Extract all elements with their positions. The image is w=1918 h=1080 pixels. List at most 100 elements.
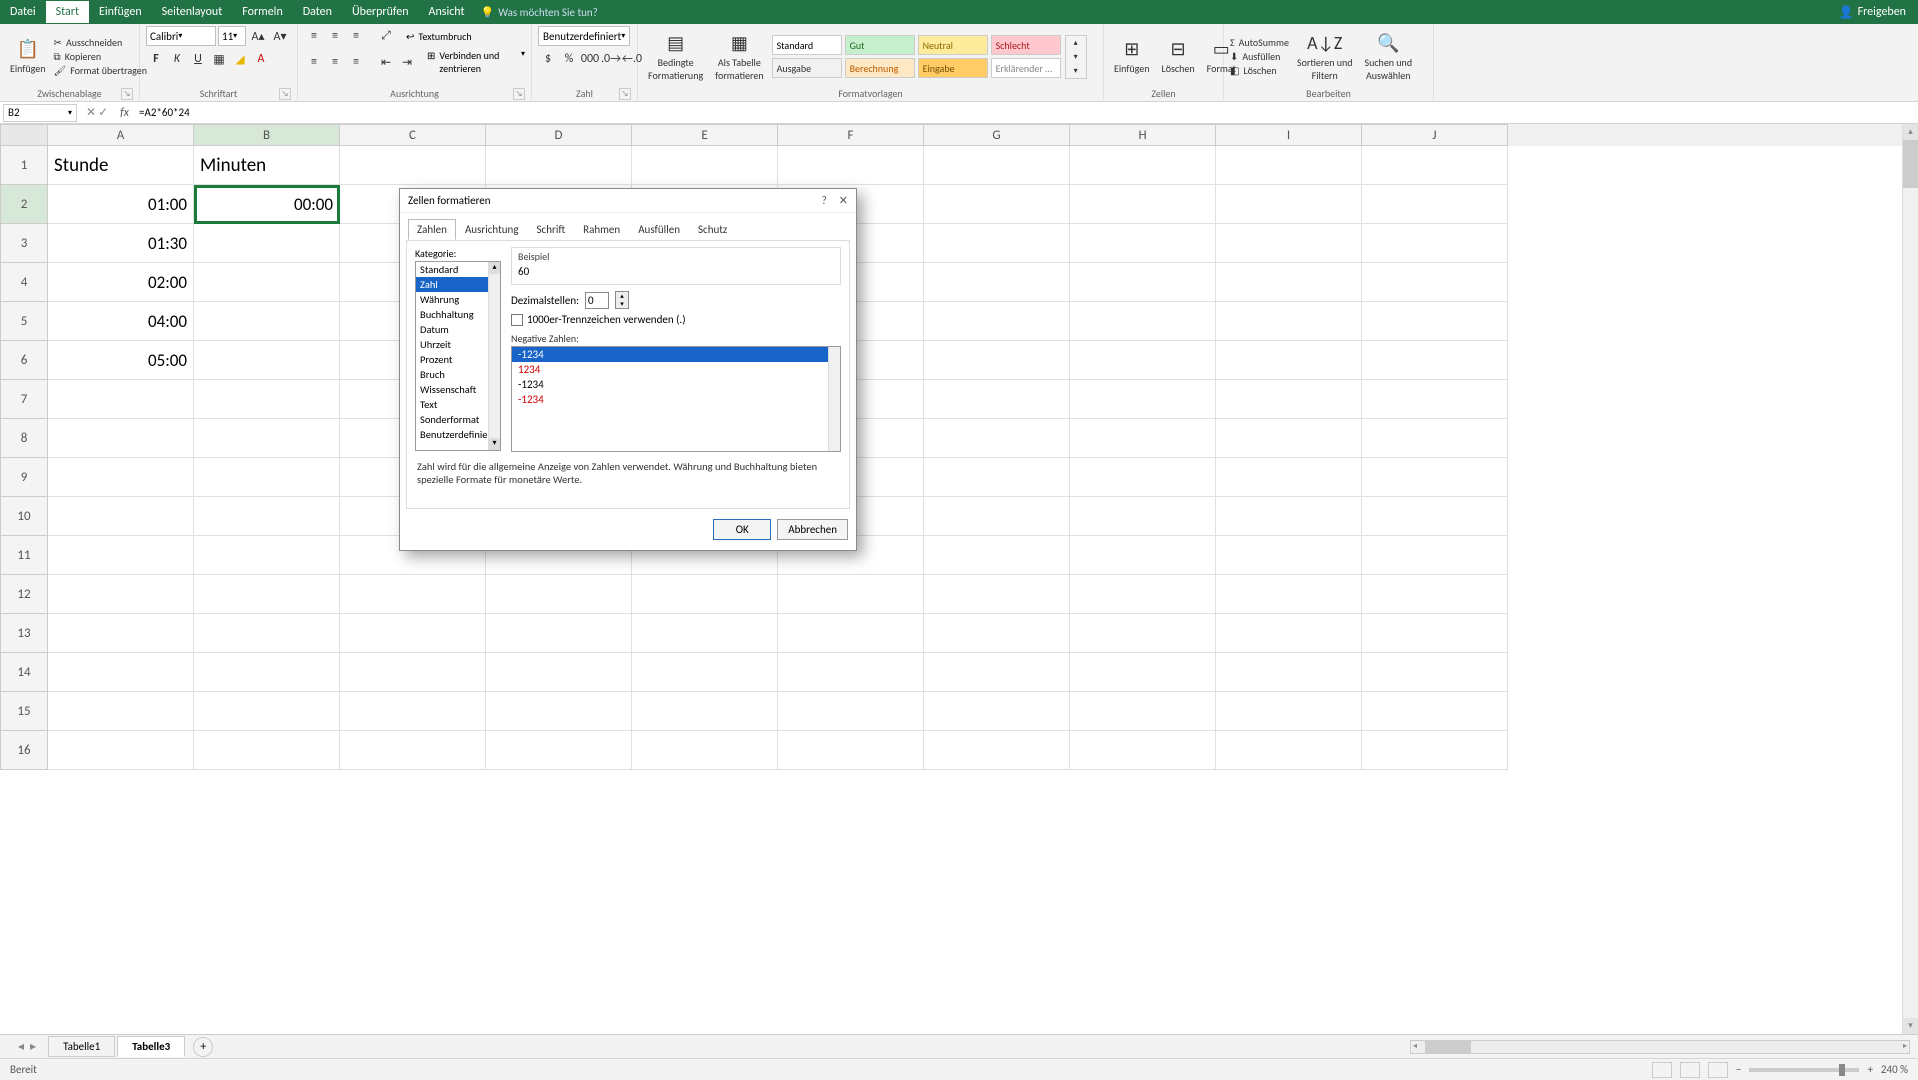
fx-icon[interactable]: fx: [120, 106, 129, 120]
align-bottom-button[interactable]: ≡: [346, 26, 366, 46]
row-header-3[interactable]: 3: [0, 224, 48, 263]
style-ausgabe[interactable]: Ausgabe: [772, 58, 842, 78]
neg-scrollbar[interactable]: [828, 347, 840, 451]
spinner-down-icon[interactable]: ▾: [616, 300, 628, 308]
cell-B16[interactable]: [194, 731, 340, 770]
cell-G4[interactable]: [924, 263, 1070, 302]
row-header-1[interactable]: 1: [0, 146, 48, 185]
tab-ansicht[interactable]: Ansicht: [419, 1, 475, 23]
cell-A4[interactable]: 02:00: [48, 263, 194, 302]
zoom-thumb[interactable]: [1839, 1064, 1845, 1076]
format-painter-button[interactable]: 🖌Format übertragen: [54, 64, 147, 77]
cell-A11[interactable]: [48, 536, 194, 575]
cell-J9[interactable]: [1362, 458, 1508, 497]
tab-einfuegen[interactable]: Einfügen: [89, 1, 152, 23]
decimals-input[interactable]: [585, 292, 609, 309]
cell-B1[interactable]: Minuten: [194, 146, 340, 185]
cell-I6[interactable]: [1216, 341, 1362, 380]
view-layout-button[interactable]: [1680, 1062, 1700, 1078]
dialog-titlebar[interactable]: Zellen formatieren ? ✕: [400, 189, 856, 213]
cell-D1[interactable]: [486, 146, 632, 185]
cell-C1[interactable]: [340, 146, 486, 185]
view-normal-button[interactable]: [1652, 1062, 1672, 1078]
shrink-font-button[interactable]: A▾: [270, 26, 290, 46]
cell-E1[interactable]: [632, 146, 778, 185]
negative-numbers-listbox[interactable]: -12341234-1234-1234: [511, 346, 841, 452]
cell-styles-gallery[interactable]: StandardGutNeutralSchlechtAusgabeBerechn…: [772, 35, 1061, 78]
cell-J5[interactable]: [1362, 302, 1508, 341]
increase-decimal-button[interactable]: .0→: [601, 49, 621, 69]
cell-A13[interactable]: [48, 614, 194, 653]
help-button[interactable]: ?: [822, 194, 827, 207]
col-header-C[interactable]: C: [340, 124, 486, 146]
align-center-button[interactable]: ≡: [325, 52, 345, 72]
cell-B3[interactable]: [194, 224, 340, 263]
styles-scroll-down[interactable]: ▾: [1066, 50, 1086, 64]
cell-A9[interactable]: [48, 458, 194, 497]
cell-B7[interactable]: [194, 380, 340, 419]
tab-seitenlayout[interactable]: Seitenlayout: [152, 1, 233, 23]
col-header-F[interactable]: F: [778, 124, 924, 146]
cell-F1[interactable]: [778, 146, 924, 185]
font-launcher[interactable]: ↘: [279, 88, 291, 100]
cell-A5[interactable]: 04:00: [48, 302, 194, 341]
cell-H8[interactable]: [1070, 419, 1216, 458]
cell-F16[interactable]: [778, 731, 924, 770]
row-header-5[interactable]: 5: [0, 302, 48, 341]
zoom-value[interactable]: 240 %: [1881, 1063, 1908, 1076]
cell-J6[interactable]: [1362, 341, 1508, 380]
cell-J1[interactable]: [1362, 146, 1508, 185]
hscroll-left-arrow[interactable]: ◂: [1413, 1041, 1417, 1051]
cell-H2[interactable]: [1070, 185, 1216, 224]
cell-G3[interactable]: [924, 224, 1070, 263]
row-header-8[interactable]: 8: [0, 419, 48, 458]
cell-B12[interactable]: [194, 575, 340, 614]
cell-E12[interactable]: [632, 575, 778, 614]
cell-F12[interactable]: [778, 575, 924, 614]
row-header-12[interactable]: 12: [0, 575, 48, 614]
cell-J4[interactable]: [1362, 263, 1508, 302]
cell-B8[interactable]: [194, 419, 340, 458]
styles-more[interactable]: ▾: [1066, 64, 1086, 78]
merge-center-button[interactable]: ⊞Verbinden und zentrieren▾: [427, 49, 525, 75]
row-header-2[interactable]: 2: [0, 185, 48, 224]
dlg-tab-ausfuellen[interactable]: Ausfüllen: [629, 219, 689, 240]
paste-button[interactable]: 📋 Einfügen: [6, 36, 50, 77]
indent-increase-button[interactable]: ⇥: [397, 52, 417, 72]
autosum-button[interactable]: ΣAutoSumme: [1230, 36, 1289, 49]
sheet-tab-tabelle3[interactable]: Tabelle3: [117, 1036, 185, 1057]
cell-B13[interactable]: [194, 614, 340, 653]
clipboard-launcher[interactable]: ↘: [121, 88, 133, 100]
style-schlecht[interactable]: Schlecht: [991, 35, 1061, 55]
col-header-G[interactable]: G: [924, 124, 1070, 146]
cell-A1[interactable]: Stunde: [48, 146, 194, 185]
row-header-7[interactable]: 7: [0, 380, 48, 419]
hscroll-thumb[interactable]: [1425, 1041, 1471, 1053]
cell-D16[interactable]: [486, 731, 632, 770]
cell-B5[interactable]: [194, 302, 340, 341]
cell-A15[interactable]: [48, 692, 194, 731]
tab-ueberpruefen[interactable]: Überprüfen: [342, 1, 419, 23]
grow-font-button[interactable]: A▴: [248, 26, 268, 46]
cell-A6[interactable]: 05:00: [48, 341, 194, 380]
row-header-15[interactable]: 15: [0, 692, 48, 731]
row-header-10[interactable]: 10: [0, 497, 48, 536]
font-size-select[interactable]: 11▾: [218, 26, 246, 46]
fill-color-button[interactable]: ◢: [230, 49, 250, 69]
cell-E14[interactable]: [632, 653, 778, 692]
cell-A7[interactable]: [48, 380, 194, 419]
cell-C12[interactable]: [340, 575, 486, 614]
cell-I10[interactable]: [1216, 497, 1362, 536]
cell-A2[interactable]: 01:00: [48, 185, 194, 224]
category-scrollbar[interactable]: ▴▾: [488, 262, 500, 450]
cell-G8[interactable]: [924, 419, 1070, 458]
cell-D15[interactable]: [486, 692, 632, 731]
insert-cells-button[interactable]: ⊞Einfügen: [1110, 36, 1154, 77]
cell-C13[interactable]: [340, 614, 486, 653]
style-erklärender …[interactable]: Erklärender …: [991, 58, 1061, 78]
cell-C14[interactable]: [340, 653, 486, 692]
cell-I11[interactable]: [1216, 536, 1362, 575]
dlg-tab-ausrichtung[interactable]: Ausrichtung: [456, 219, 528, 240]
cell-B15[interactable]: [194, 692, 340, 731]
zoom-in-button[interactable]: +: [1867, 1063, 1872, 1076]
